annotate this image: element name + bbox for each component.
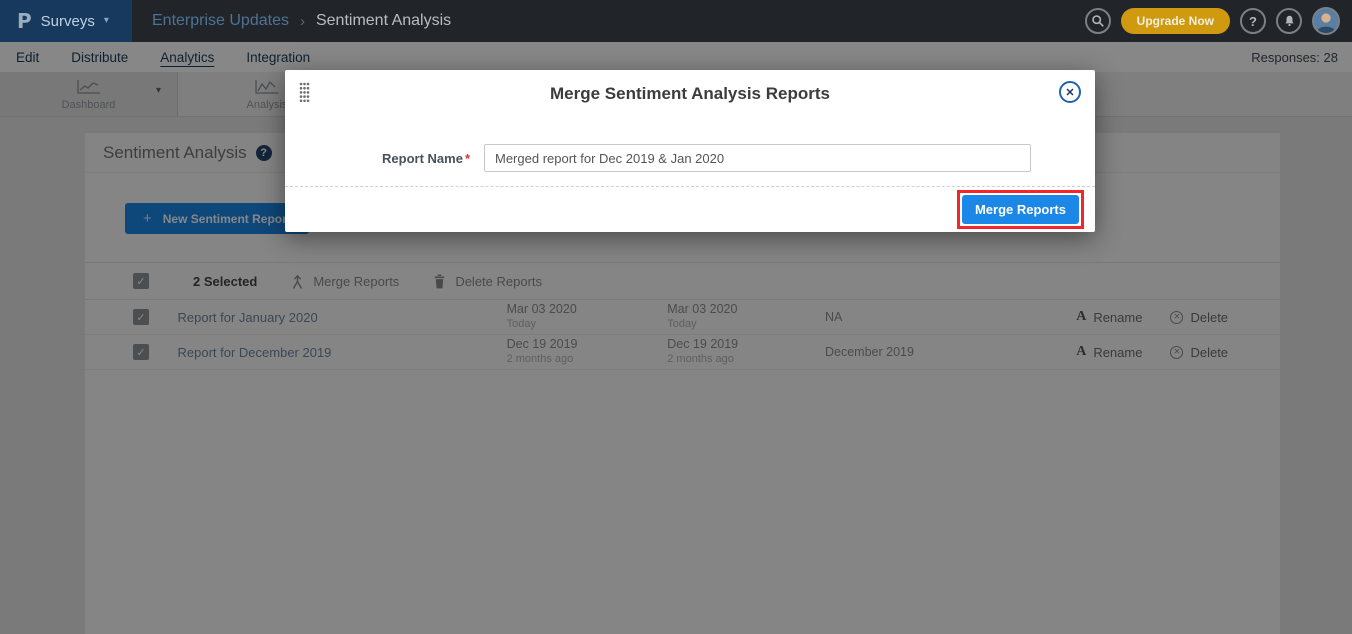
- breadcrumb-current-page: Sentiment Analysis: [316, 12, 451, 30]
- top-bar: P Surveys ▾ Enterprise Updates › Sentime…: [0, 0, 1352, 42]
- modal-divider: [285, 186, 1095, 187]
- question-icon: ?: [1249, 14, 1257, 29]
- report-name-field-row: Report Name*: [285, 144, 1095, 172]
- questionpro-logo-icon: P: [17, 9, 32, 33]
- required-asterisk: *: [465, 151, 470, 166]
- chevron-down-icon: ▾: [104, 16, 109, 26]
- breadcrumb-survey-link[interactable]: Enterprise Updates: [152, 12, 289, 30]
- close-icon: ✕: [1065, 86, 1074, 99]
- product-switcher[interactable]: P Surveys ▾: [0, 0, 132, 42]
- merge-reports-modal: Merge Sentiment Analysis Reports ✕ Repor…: [285, 70, 1095, 232]
- report-name-label: Report Name*: [285, 151, 470, 166]
- modal-header: Merge Sentiment Analysis Reports ✕: [285, 70, 1095, 116]
- modal-close-button[interactable]: ✕: [1059, 81, 1081, 103]
- help-button[interactable]: ?: [1240, 8, 1266, 34]
- topbar-actions: Upgrade Now ?: [1085, 7, 1352, 35]
- upgrade-now-button[interactable]: Upgrade Now: [1121, 8, 1230, 34]
- chevron-right-icon: ›: [300, 13, 305, 30]
- report-name-input[interactable]: [484, 144, 1031, 172]
- drag-handle-icon[interactable]: [299, 82, 310, 108]
- avatar-photo-icon: [1314, 9, 1338, 33]
- product-switcher-label: Surveys: [41, 13, 95, 30]
- search-button[interactable]: [1085, 8, 1111, 34]
- search-icon: [1091, 14, 1105, 28]
- modal-title: Merge Sentiment Analysis Reports: [285, 70, 1095, 118]
- notifications-button[interactable]: [1276, 8, 1302, 34]
- click-annotation-box: Merge Reports: [957, 190, 1084, 229]
- breadcrumb: Enterprise Updates › Sentiment Analysis: [152, 12, 451, 30]
- user-avatar[interactable]: [1312, 7, 1340, 35]
- merge-reports-submit-button[interactable]: Merge Reports: [962, 195, 1079, 224]
- field-label-text: Report Name: [382, 151, 463, 166]
- bell-icon: [1283, 14, 1296, 28]
